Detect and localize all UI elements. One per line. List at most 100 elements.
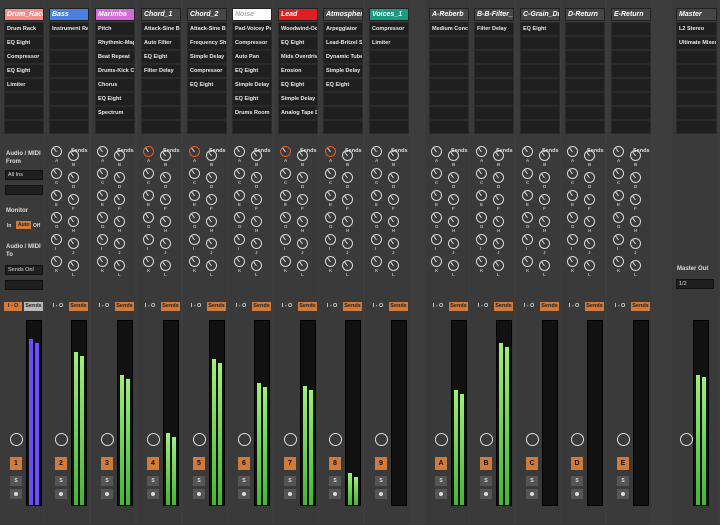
- io-button[interactable]: I - O: [565, 302, 583, 311]
- device-slot[interactable]: [611, 120, 651, 134]
- arm-button[interactable]: [147, 489, 159, 499]
- volume-knob[interactable]: [571, 433, 584, 446]
- device-slot[interactable]: [278, 120, 318, 134]
- send-knob[interactable]: [476, 168, 487, 179]
- send-knob[interactable]: [251, 194, 262, 205]
- send-knob[interactable]: [68, 150, 79, 161]
- send-knob[interactable]: [234, 256, 245, 267]
- device-slot[interactable]: [187, 106, 227, 120]
- device-slot[interactable]: [520, 78, 560, 92]
- device-slot[interactable]: [323, 120, 363, 134]
- device-slot[interactable]: [187, 92, 227, 106]
- send-knob[interactable]: [68, 260, 79, 271]
- device-slot[interactable]: [369, 78, 409, 92]
- send-knob[interactable]: [51, 146, 62, 157]
- arm-button[interactable]: [284, 489, 296, 499]
- audio-to-dropdown[interactable]: Sends Onl: [5, 265, 43, 275]
- sends-button[interactable]: Sends: [343, 302, 362, 311]
- track-activator-button[interactable]: 8: [329, 457, 341, 470]
- track-activator-button[interactable]: 5: [193, 457, 205, 470]
- device-slot[interactable]: [611, 78, 651, 92]
- sends-button[interactable]: Sends: [389, 302, 408, 311]
- track-activator-button[interactable]: 7: [284, 457, 296, 470]
- io-button[interactable]: I - O: [4, 302, 22, 311]
- send-knob[interactable]: [325, 146, 336, 157]
- device-slot[interactable]: Woodwind-Oc: [278, 22, 318, 36]
- device-slot[interactable]: [565, 78, 605, 92]
- device-slot[interactable]: [520, 92, 560, 106]
- device-slot[interactable]: [520, 50, 560, 64]
- send-knob[interactable]: [160, 150, 171, 161]
- device-slot[interactable]: [323, 92, 363, 106]
- audio-from-channel-dropdown[interactable]: [5, 185, 43, 195]
- send-knob[interactable]: [388, 216, 399, 227]
- device-slot[interactable]: Mids Overdriv: [278, 50, 318, 64]
- volume-knob[interactable]: [480, 433, 493, 446]
- io-button[interactable]: I - O: [323, 302, 341, 311]
- send-knob[interactable]: [97, 256, 108, 267]
- sends-button[interactable]: Sends: [115, 302, 134, 311]
- send-knob[interactable]: [630, 216, 641, 227]
- device-slot[interactable]: [369, 92, 409, 106]
- send-knob[interactable]: [522, 190, 533, 201]
- track-activator-button[interactable]: 2: [55, 457, 67, 470]
- send-knob[interactable]: [448, 260, 459, 271]
- device-slot[interactable]: [611, 36, 651, 50]
- device-slot[interactable]: [611, 64, 651, 78]
- device-slot[interactable]: [4, 120, 44, 134]
- device-slot[interactable]: Beat Repeat: [95, 50, 135, 64]
- master-device-slot[interactable]: [676, 64, 717, 78]
- send-knob[interactable]: [206, 216, 217, 227]
- send-knob[interactable]: [160, 260, 171, 271]
- send-knob[interactable]: [97, 190, 108, 201]
- solo-button[interactable]: S: [10, 476, 22, 486]
- io-button[interactable]: I - O: [429, 302, 447, 311]
- device-slot[interactable]: Instrument Ra: [49, 22, 89, 36]
- send-knob[interactable]: [371, 168, 382, 179]
- send-knob[interactable]: [160, 194, 171, 205]
- device-slot[interactable]: [429, 120, 469, 134]
- device-slot[interactable]: [474, 50, 514, 64]
- send-knob[interactable]: [280, 256, 291, 267]
- send-knob[interactable]: [371, 234, 382, 245]
- send-knob[interactable]: [189, 146, 200, 157]
- volume-knob[interactable]: [238, 433, 251, 446]
- send-knob[interactable]: [280, 146, 291, 157]
- sends-button[interactable]: Sends: [540, 302, 559, 311]
- device-slot[interactable]: Limiter: [4, 78, 44, 92]
- device-slot[interactable]: EQ Eight: [141, 50, 181, 64]
- send-knob[interactable]: [280, 168, 291, 179]
- io-button[interactable]: I - O: [187, 302, 205, 311]
- track-title[interactable]: Lead: [278, 8, 318, 21]
- send-knob[interactable]: [388, 172, 399, 183]
- io-button[interactable]: I - O: [232, 302, 250, 311]
- send-knob[interactable]: [251, 172, 262, 183]
- send-knob[interactable]: [234, 146, 245, 157]
- device-slot[interactable]: Attack-Sine Bll: [141, 22, 181, 36]
- device-slot[interactable]: EQ Eight: [520, 22, 560, 36]
- send-knob[interactable]: [613, 234, 624, 245]
- sends-button[interactable]: Sends: [585, 302, 604, 311]
- device-slot[interactable]: Compressor: [187, 64, 227, 78]
- send-knob[interactable]: [206, 150, 217, 161]
- device-slot[interactable]: EQ Eight: [323, 78, 363, 92]
- device-slot[interactable]: [49, 50, 89, 64]
- device-slot[interactable]: [429, 36, 469, 50]
- device-slot[interactable]: [429, 78, 469, 92]
- send-knob[interactable]: [388, 260, 399, 271]
- send-knob[interactable]: [114, 150, 125, 161]
- solo-button[interactable]: S: [238, 476, 250, 486]
- send-knob[interactable]: [493, 194, 504, 205]
- send-knob[interactable]: [280, 190, 291, 201]
- sends-button[interactable]: Sends: [298, 302, 317, 311]
- device-slot[interactable]: [565, 92, 605, 106]
- device-slot[interactable]: Pitch: [95, 22, 135, 36]
- master-device-slot[interactable]: Ultimate Mixer: [676, 36, 717, 50]
- device-slot[interactable]: Filter Delay: [474, 22, 514, 36]
- sends-button[interactable]: Sends: [161, 302, 180, 311]
- send-knob[interactable]: [160, 172, 171, 183]
- device-slot[interactable]: [565, 22, 605, 36]
- volume-knob[interactable]: [147, 433, 160, 446]
- master-device-slot[interactable]: [676, 106, 717, 120]
- device-slot[interactable]: [429, 92, 469, 106]
